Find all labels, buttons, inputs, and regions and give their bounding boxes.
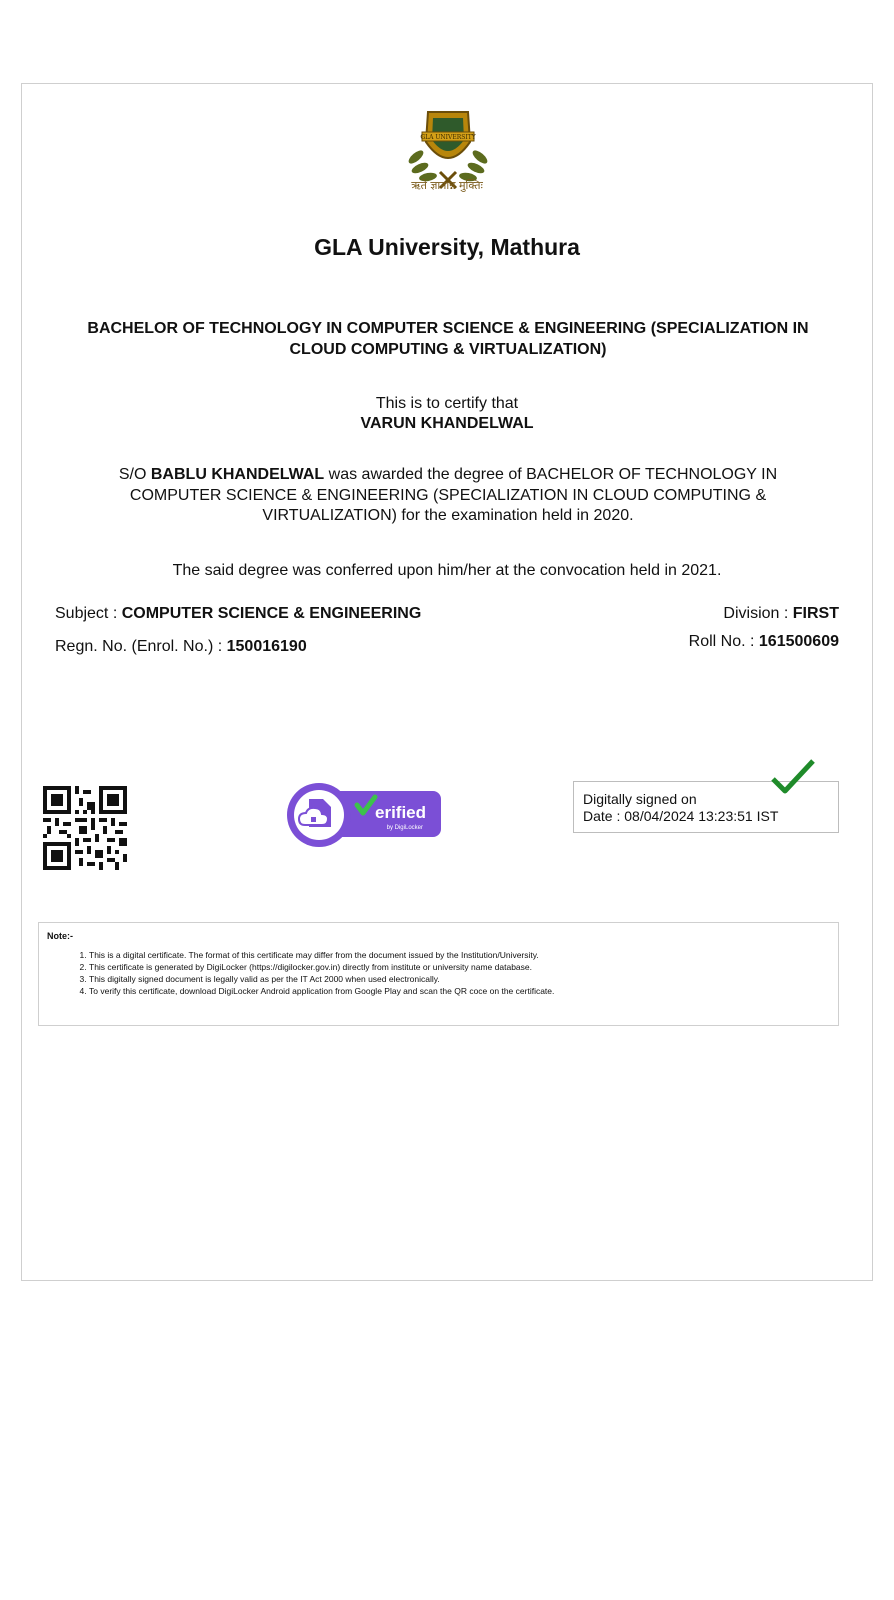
subject-field: Subject : COMPUTER SCIENCE & ENGINEERING — [55, 605, 421, 623]
university-name: GLA University, Mathura — [314, 234, 580, 260]
award-statement: S/O BABLU KHANDELWAL was awarded the deg… — [94, 465, 802, 527]
university-motto: ऋते ज्ञानान्न मुक्तिः — [411, 179, 483, 192]
conferred-statement: The said degree was conferred upon him/h… — [172, 562, 722, 579]
subject-label: Subject : — [55, 605, 122, 622]
subject-value: COMPUTER SCIENCE & ENGINEERING — [121, 605, 422, 622]
note-box: Note:- This is a digital certificate. Th… — [38, 922, 839, 1026]
student-name: VARUN KHANDELWAL — [360, 415, 534, 432]
division-field: Division : FIRST — [723, 605, 839, 623]
certify-text: This is to certify that — [375, 395, 519, 412]
verified-badge-subtext: by DigiLocker — [387, 825, 423, 831]
note-item: To verify this certificate, download Dig… — [89, 985, 830, 997]
roll-label: Roll No. : — [688, 633, 759, 650]
parent-name: BABLU KHANDELWAL — [150, 466, 325, 483]
certify-block: This is to certify that VARUN KHANDELWAL — [22, 394, 872, 434]
signed-date: Date : 08/04/2024 13:23:51 IST — [583, 808, 779, 824]
note-item: This digitally signed document is legall… — [89, 973, 830, 985]
division-value: FIRST — [792, 605, 839, 622]
degree-title: BACHELOR OF TECHNOLOGY IN COMPUTER SCIEN… — [87, 320, 809, 358]
digilocker-verified-badge[interactable]: erified by DigiLocker — [285, 781, 445, 849]
note-title: Note:- — [47, 931, 73, 941]
signature-valid-check-icon — [771, 759, 815, 794]
note-item: This is a digital certificate. The forma… — [89, 949, 830, 961]
note-item: This certificate is generated by DigiLoc… — [89, 961, 830, 973]
verified-badge-text: erified — [375, 803, 426, 822]
roll-field: Roll No. : 161500609 — [689, 633, 839, 651]
regn-field: Regn. No. (Enrol. No.) : 150016190 — [55, 638, 307, 656]
emblem-text: GLA UNIVERSITY — [420, 134, 476, 141]
certificate: GLA UNIVERSITY ऋते ज्ञानान्न मुक्तिः GLA… — [21, 83, 873, 1281]
award-prefix: S/O — [118, 466, 151, 483]
roll-value: 161500609 — [758, 633, 839, 650]
regn-label: Regn. No. (Enrol. No.) : — [55, 638, 227, 655]
note-list: This is a digital certificate. The forma… — [47, 949, 830, 997]
division-label: Division : — [723, 605, 793, 622]
qr-code-icon[interactable] — [43, 786, 127, 870]
regn-value: 150016190 — [226, 638, 307, 655]
